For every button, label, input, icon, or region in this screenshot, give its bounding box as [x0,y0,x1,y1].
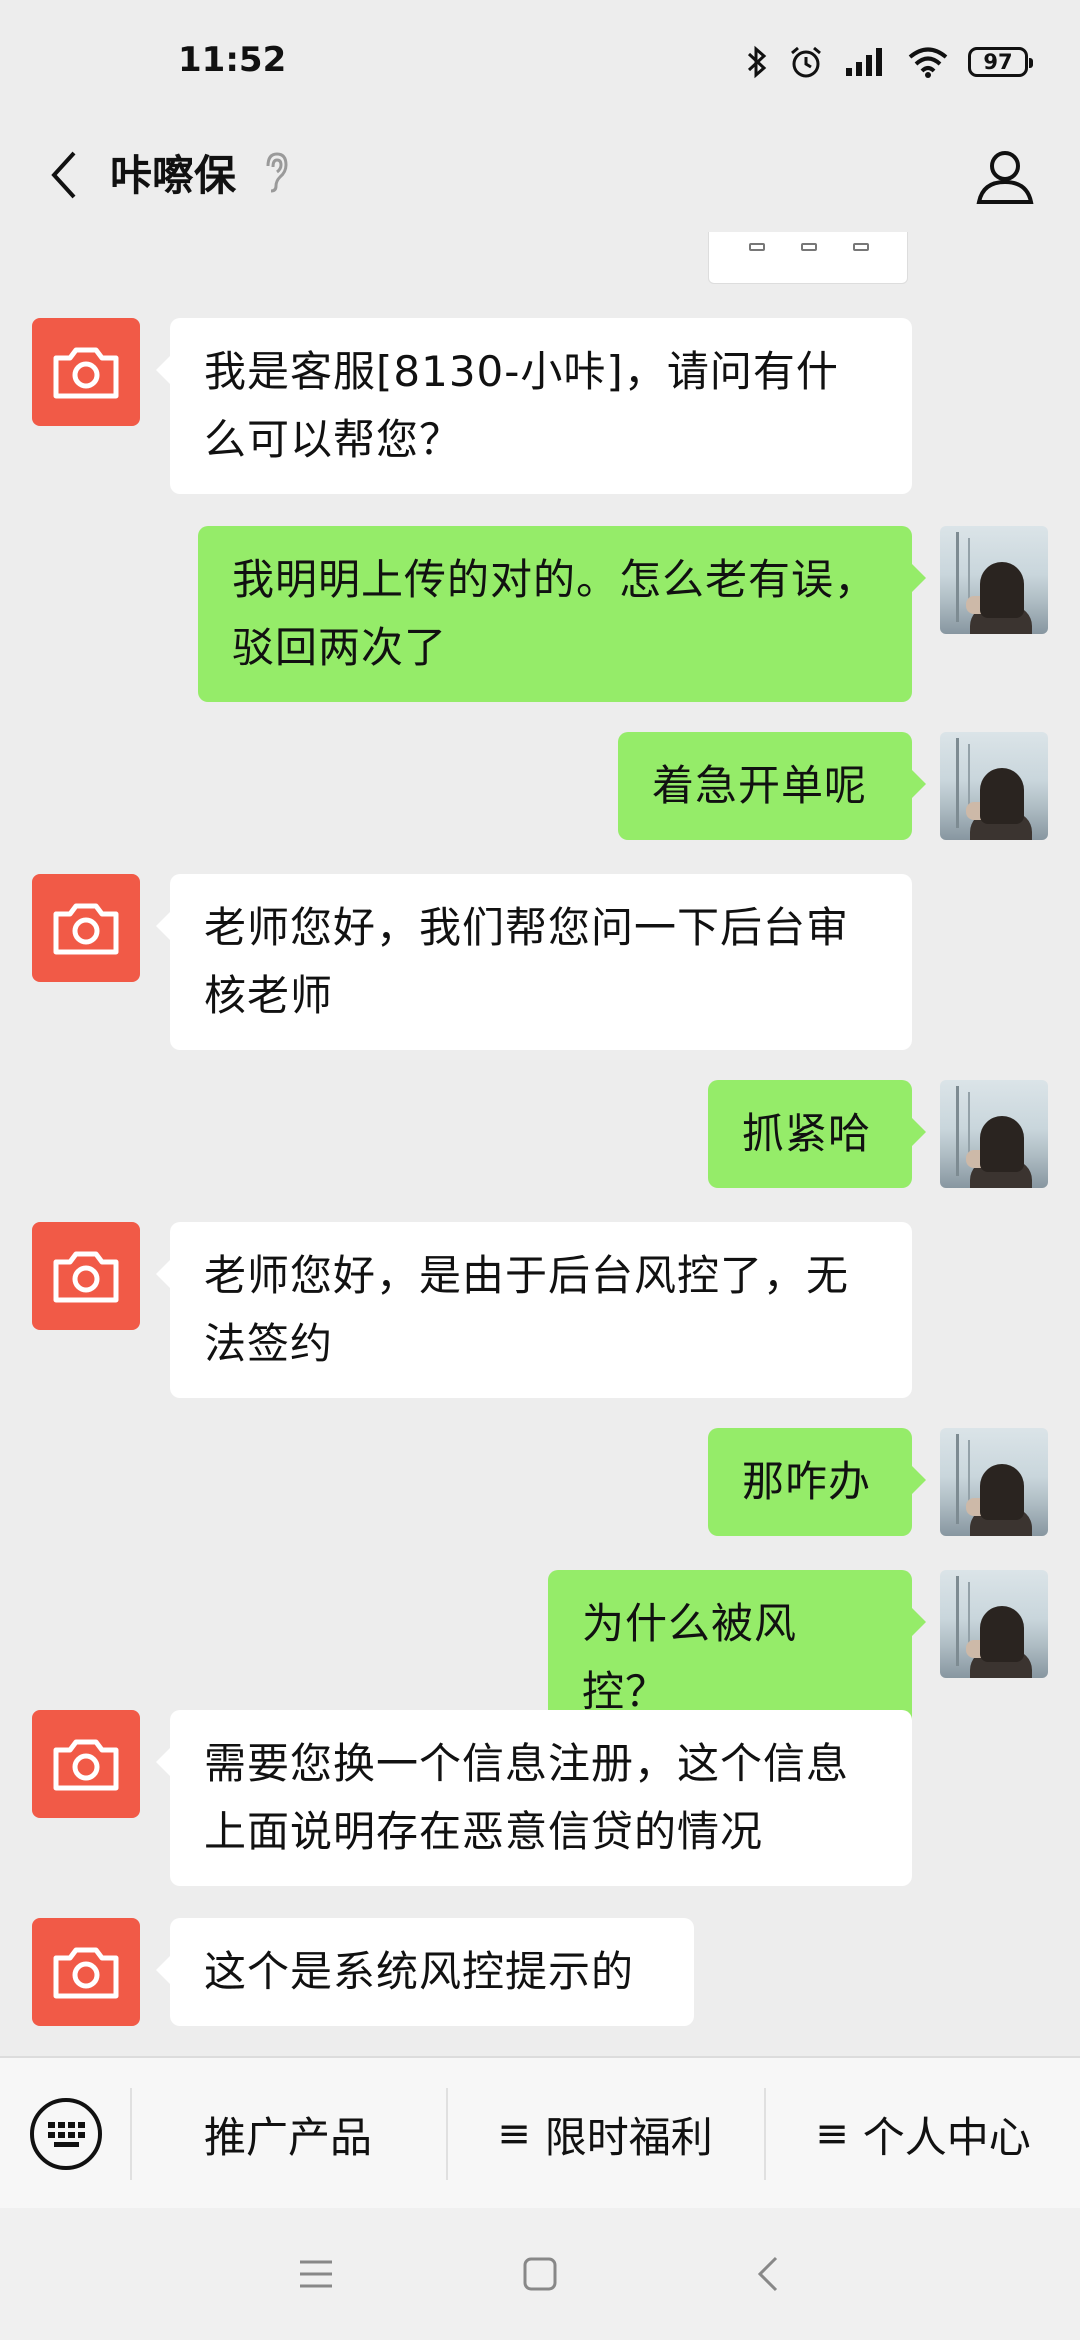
battery-icon: 97 [968,47,1033,77]
menu-item-promote-products[interactable]: 推广产品 [132,2058,444,2210]
image-message-thumbnail[interactable] [708,232,908,284]
message-bubble-received[interactable]: 这个是系统风控提示的 [156,1918,694,2026]
signal-icon [846,48,882,76]
menu-item-limited-benefits[interactable]: ≡ 限时福利 [448,2058,762,2210]
chat-area[interactable]: 我是客服[8130-小咔]，请问有什 么可以帮您？ 我明明上传的对的。怎么老有误… [0,232,1080,2056]
message-bubble-sent[interactable]: 着急开单呢 [618,732,926,840]
user-avatar[interactable] [940,1570,1048,1678]
camera-icon [53,1251,119,1303]
menu-item-label: 个人中心 [862,2112,1031,2162]
agent-avatar[interactable] [32,874,140,982]
home-square-icon [523,2257,557,2291]
menu-list-icon: ≡ [815,2111,849,2157]
message-bubble-sent[interactable]: 那咋办 [708,1428,926,1536]
profile-button[interactable] [960,126,1050,226]
message-bubble-sent[interactable]: 我明明上传的对的。怎么老有误， 驳回两次了 [198,526,926,702]
agent-avatar[interactable] [32,1918,140,2026]
system-nav-bar [0,2208,1080,2340]
status-bar: 11:52 97 [0,0,1080,120]
menu-item-personal-center[interactable]: ≡ 个人中心 [766,2058,1080,2210]
back-triangle-icon [757,2256,778,2292]
message-bubble-received[interactable]: 我是客服[8130-小咔]，请问有什 么可以帮您？ [156,318,912,494]
user-avatar[interactable] [940,732,1048,840]
back-button[interactable] [24,130,104,220]
menu-item-label: 限时福利 [544,2112,713,2162]
service-menu-bar: 推广产品 ≡ 限时福利 ≡ 个人中心 [0,2056,1080,2208]
message-bubble-received[interactable]: 老师您好，是由于后台风控了，无 法签约 [156,1222,912,1398]
status-icons: 97 [746,38,1033,86]
message-bubble-received[interactable]: 需要您换一个信息注册，这个信息 上面说明存在恶意信贷的情况 [156,1710,912,1886]
agent-avatar[interactable] [32,318,140,426]
recents-button[interactable] [286,2244,346,2304]
user-avatar[interactable] [940,526,1048,634]
menu-item-label: 推广产品 [203,2112,372,2162]
menu-list-icon: ≡ [497,2111,531,2157]
alarm-icon [791,46,821,78]
keyboard-icon [30,2098,102,2170]
keyboard-toggle-button[interactable] [28,2096,104,2172]
system-back-button[interactable] [738,2244,798,2304]
back-arrow-icon [51,151,76,199]
user-avatar[interactable] [940,1428,1048,1536]
status-time: 11:52 [178,40,287,80]
home-button[interactable] [510,2244,570,2304]
camera-icon [53,903,119,955]
wifi-icon [908,47,948,78]
message-bubble-received[interactable]: 老师您好，我们帮您问一下后台审 核老师 [156,874,912,1050]
chat-title: 咔嚓保 [110,151,237,200]
camera-icon [53,1739,119,1791]
camera-icon [53,1947,119,1999]
agent-avatar[interactable] [32,1710,140,1818]
camera-icon [53,347,119,399]
message-bubble-sent[interactable]: 抓紧哈 [708,1080,926,1188]
menu-icon [300,2260,332,2288]
ear-icon [266,152,288,193]
bluetooth-icon [747,45,767,79]
agent-avatar[interactable] [32,1222,140,1330]
chat-header: 咔嚓保 [0,120,1080,232]
user-avatar[interactable] [940,1080,1048,1188]
profile-icon [976,151,1034,204]
